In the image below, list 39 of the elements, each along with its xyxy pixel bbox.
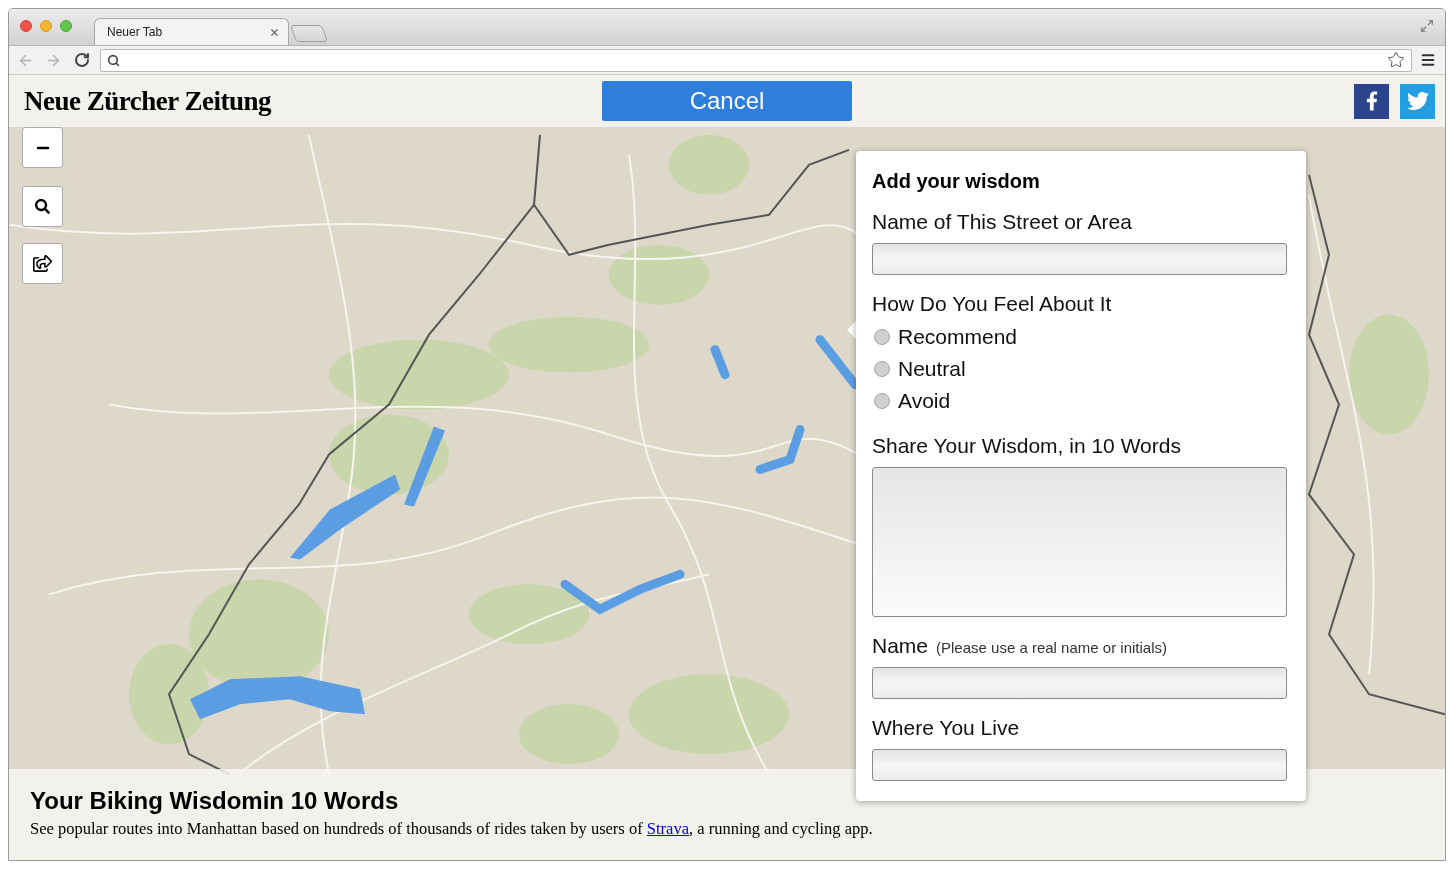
search-icon: [35, 199, 50, 214]
text-field[interactable]: [872, 243, 1287, 275]
zoom-out-button[interactable]: [22, 127, 63, 168]
facebook-icon[interactable]: [1354, 83, 1389, 119]
share-button[interactable]: [22, 243, 63, 284]
field-label: Where You Live: [872, 715, 1020, 741]
newspaper-logo: Neue Zürcher Zeitung: [23, 84, 273, 118]
browser-tab[interactable]: Neuer Tab: [94, 18, 289, 45]
window-zoom-icon[interactable]: [60, 20, 72, 32]
footer-description: See popular routes into Manhattan based on hundreds of thousands of rides taken by users of Strava, a running and cycling app.: [30, 818, 873, 839]
form-title: Add your wisdom: [872, 169, 1040, 193]
field-label: Name: [872, 633, 929, 659]
text-field[interactable]: [872, 749, 1287, 781]
menu-icon[interactable]: [1420, 52, 1436, 68]
radio-label: Neutral: [898, 356, 966, 382]
search-button[interactable]: [22, 186, 63, 227]
radio-button[interactable]: [874, 329, 890, 345]
radio-button[interactable]: [874, 361, 890, 377]
tab-close-icon[interactable]: [269, 26, 280, 38]
bookmark-star-icon[interactable]: [1387, 51, 1405, 69]
cancel-button[interactable]: Cancel: [602, 81, 852, 121]
twitter-icon[interactable]: [1400, 83, 1435, 119]
strava-link[interactable]: Strava: [646, 819, 689, 838]
fullscreen-icon[interactable]: [1420, 19, 1434, 33]
tab-title: Neuer Tab: [107, 24, 164, 41]
field-label: Name of This Street or Area: [872, 209, 1132, 235]
text-field[interactable]: [872, 667, 1287, 699]
search-icon: [107, 53, 120, 67]
window-minimize-icon[interactable]: [40, 20, 52, 32]
field-label: Share Your Wisdom, in 10 Words: [872, 433, 1181, 459]
share-icon: [33, 255, 52, 272]
footer-title: Your Biking Wisdomin 10 Words: [30, 787, 399, 815]
reload-icon[interactable]: [74, 52, 90, 68]
radio-label: Avoid: [898, 388, 951, 414]
field-hint: (Please use a real name or initials): [936, 638, 1167, 658]
radio-button[interactable]: [874, 393, 890, 409]
field-label: How Do You Feel About It: [872, 291, 1112, 317]
radio-label: Recommend: [898, 324, 1018, 350]
window-close-icon[interactable]: [20, 20, 32, 32]
